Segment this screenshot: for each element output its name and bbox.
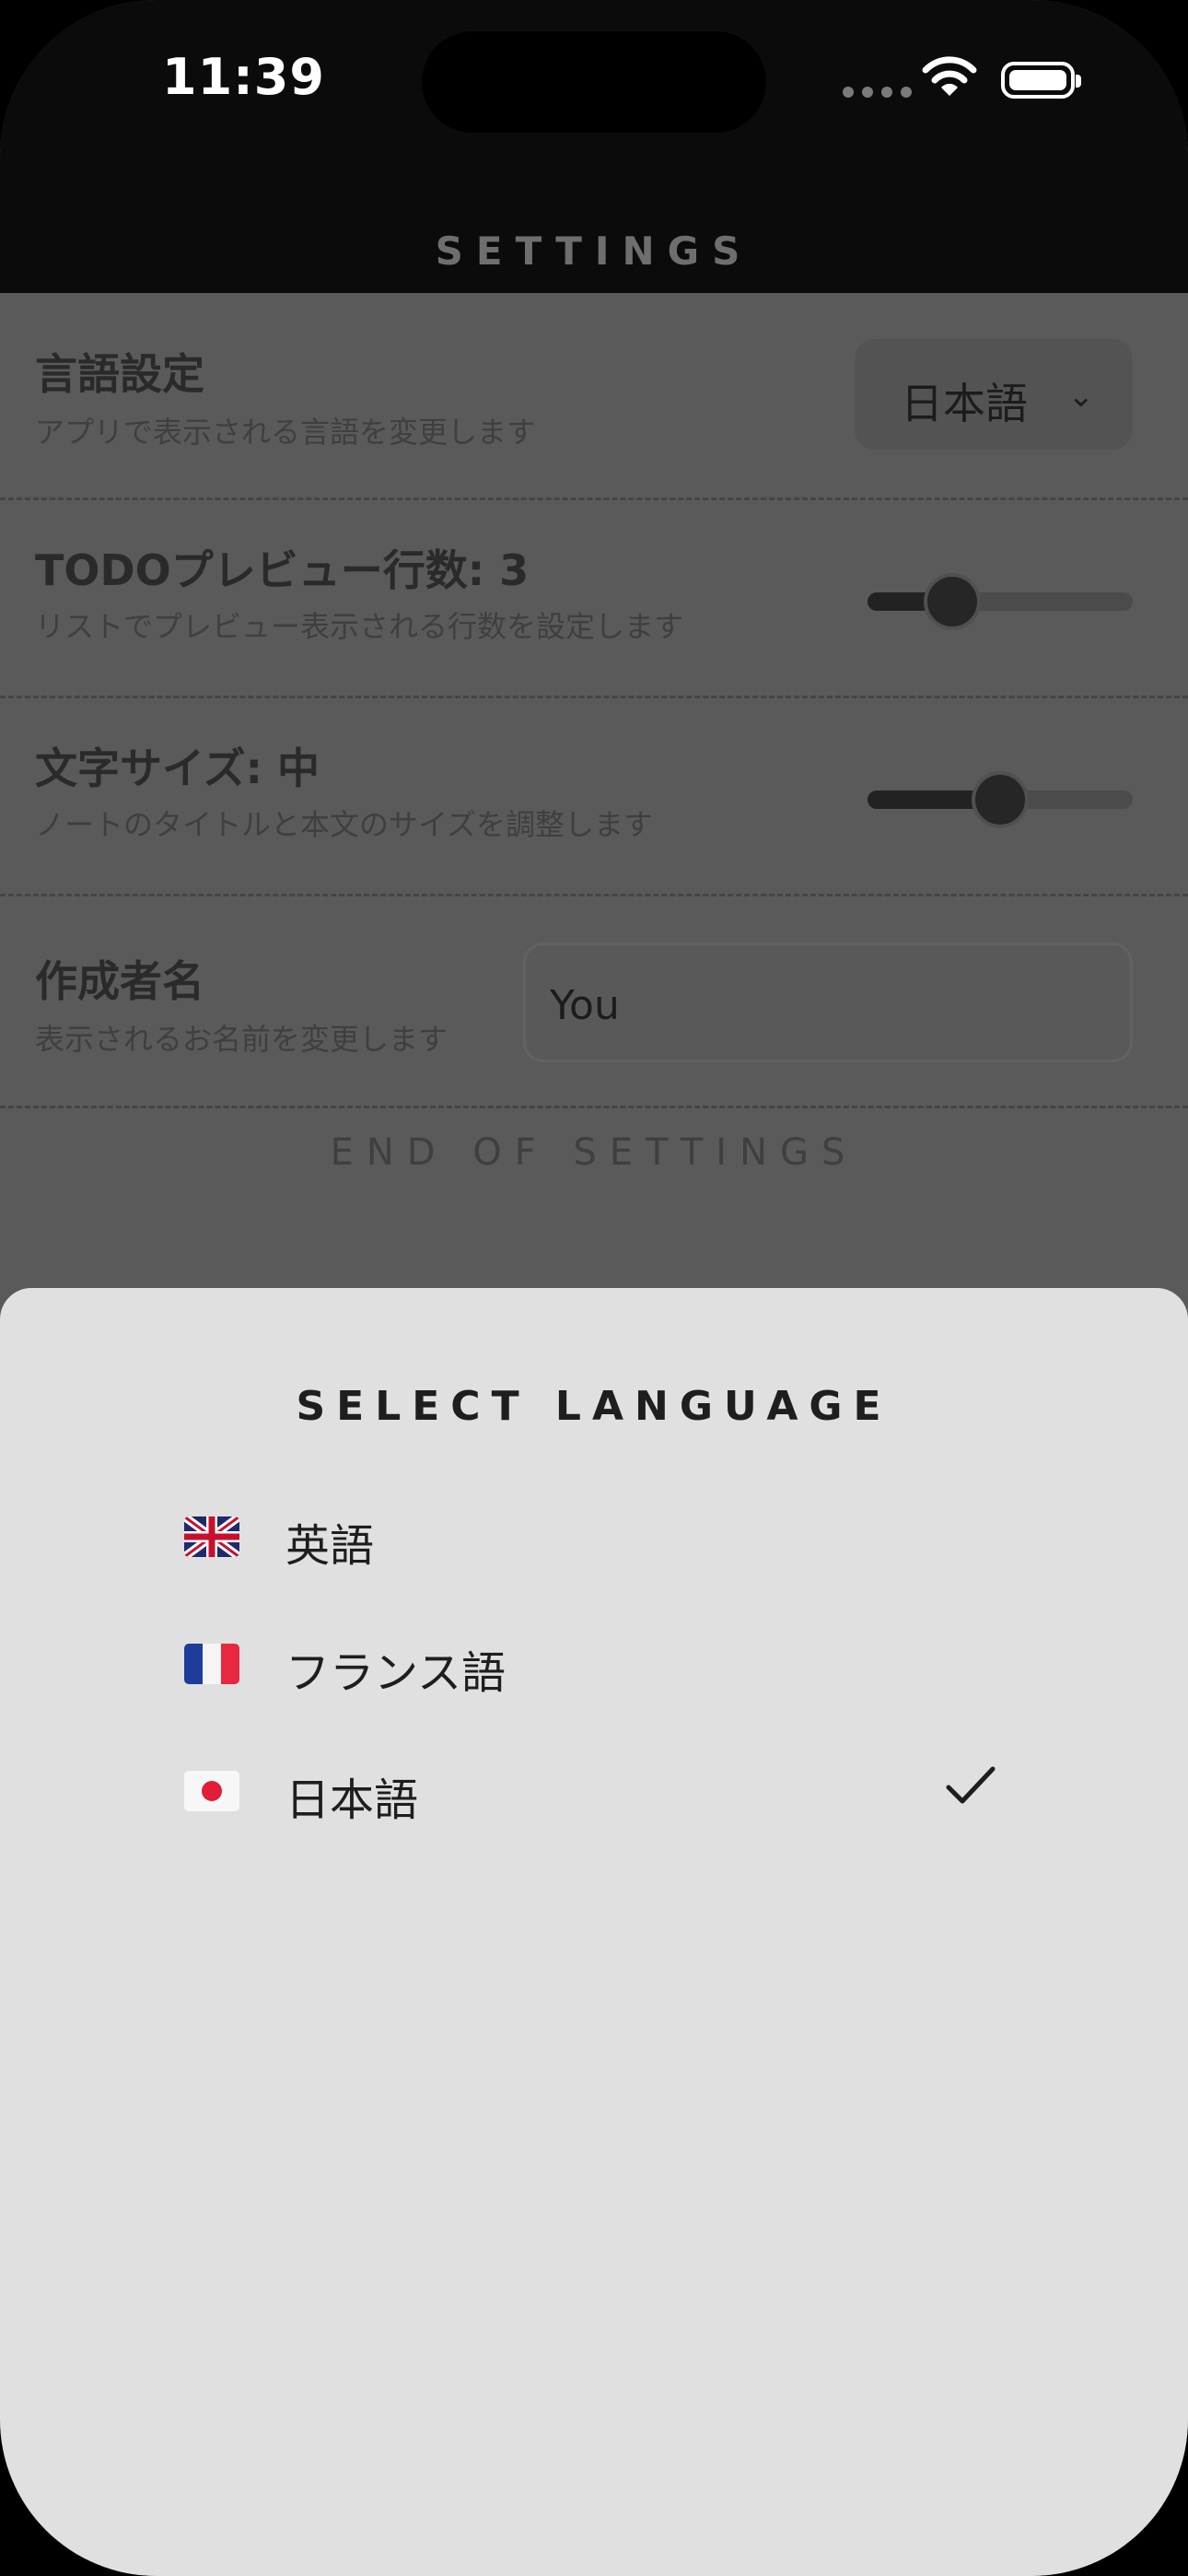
author-title: 作成者名 [35, 956, 204, 1006]
preview-lines-setting-row: TODOプレビュー行数: 3 リストでプレビュー表示される行数を設定します [0, 500, 1188, 698]
page-title: SETTINGS [435, 228, 753, 274]
font-size-slider[interactable] [868, 771, 1133, 828]
language-option-label: 日本語 [285, 1774, 419, 1826]
battery-icon [1001, 62, 1081, 99]
author-name-input[interactable]: You [523, 943, 1133, 1062]
font-size-title: 文字サイズ: 中 [35, 744, 320, 793]
author-setting-row: 作成者名 表示されるお名前を変更します You [0, 896, 1188, 1108]
status-time: 11:39 [162, 48, 325, 106]
language-setting-title: 言語設定 [35, 349, 204, 399]
language-setting-description: アプリで表示される言語を変更します [35, 415, 537, 450]
preview-lines-title: TODOプレビュー行数: 3 [35, 545, 530, 595]
phone-screen: 11:39 SETTINGS 言語設定 アプリで表示される言語を変更します 日本… [0, 0, 1188, 2576]
france-flag-icon [184, 1644, 239, 1684]
language-option-label: フランス語 [285, 1647, 507, 1699]
preview-lines-description: リストでプレビュー表示される行数を設定します [35, 609, 684, 644]
uk-flag-icon [184, 1516, 239, 1557]
settings-list: 言語設定 アプリで表示される言語を変更します 日本語 ⌄ TODOプレビュー行数… [0, 293, 1188, 1108]
font-size-setting-row: 文字サイズ: 中 ノートのタイトルと本文のサイズを調整します [0, 698, 1188, 896]
author-name-value: You [550, 982, 620, 1029]
language-option-english[interactable]: 英語 [184, 1481, 1004, 1592]
font-size-description: ノートのタイトルと本文のサイズを調整します [35, 807, 654, 842]
wifi-icon [922, 56, 977, 96]
slider-thumb[interactable] [972, 771, 1029, 828]
language-option-french[interactable]: フランス語 [184, 1609, 1004, 1719]
preview-lines-slider[interactable] [868, 573, 1133, 630]
end-of-settings-text: END OF SETTINGS [330, 1131, 858, 1174]
language-dropdown-value: 日本語 [901, 379, 1028, 428]
status-and-header-bar: 11:39 SETTINGS [0, 0, 1188, 293]
language-dropdown[interactable]: 日本語 ⌄ [855, 339, 1133, 450]
language-bottom-sheet: SELECT LANGUAGE 英語 フランス語 日本語 [0, 1288, 1188, 2576]
cellular-signal-icon [843, 87, 912, 98]
japan-flag-icon [184, 1771, 239, 1811]
author-description: 表示されるお名前を変更します [35, 1022, 448, 1057]
slider-thumb[interactable] [924, 573, 982, 630]
language-option-label: 英語 [285, 1520, 375, 1572]
checkmark-icon [946, 1766, 996, 1804]
dynamic-island [422, 31, 766, 133]
language-setting-row: 言語設定 アプリで表示される言語を変更します 日本語 ⌄ [0, 293, 1188, 500]
language-option-japanese[interactable]: 日本語 [184, 1736, 1004, 1846]
sheet-title: SELECT LANGUAGE [296, 1383, 892, 1430]
chevron-down-icon: ⌄ [1067, 378, 1095, 415]
